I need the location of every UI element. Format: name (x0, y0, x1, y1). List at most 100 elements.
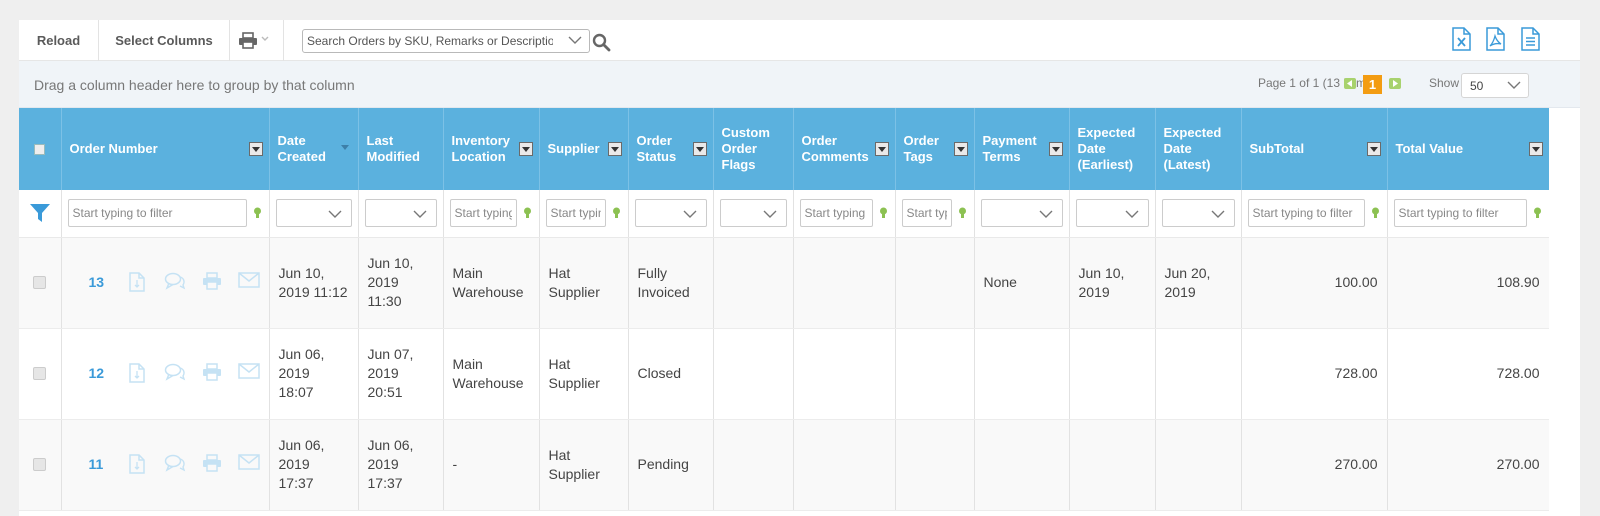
order-number-cell: 13 (61, 237, 270, 329)
select-columns-button[interactable]: Select Columns (99, 20, 230, 61)
order-number-link[interactable]: 12 (89, 364, 105, 383)
excel-icon[interactable] (1452, 27, 1471, 51)
header-order-number[interactable]: Order Number (61, 108, 270, 190)
total-value-filter-input[interactable] (1393, 199, 1527, 228)
row-checkbox[interactable] (33, 367, 47, 380)
expected-latest-cell: Jun 20, 2019 (1155, 237, 1242, 329)
date-created-filter-select[interactable] (275, 199, 352, 228)
email-icon[interactable] (237, 453, 260, 475)
table-row[interactable]: 11 Jun 06, 2019 17:37 Jun 06, 2019 17:37… (19, 419, 1550, 511)
pdf-icon[interactable] (1486, 27, 1505, 51)
order-comments-filter-input[interactable] (799, 199, 873, 228)
document-icon[interactable] (128, 362, 146, 388)
filter-options-icon[interactable] (1533, 207, 1542, 219)
header-last-modified[interactable]: Last Modified (358, 108, 444, 190)
printer-icon[interactable] (202, 362, 222, 386)
comment-icon[interactable] (164, 363, 186, 386)
header-order-status[interactable]: Order Status (628, 108, 714, 190)
order-number-link[interactable]: 11 (89, 455, 104, 474)
column-menu-button[interactable] (1528, 142, 1543, 156)
column-menu-button[interactable] (607, 142, 622, 156)
expected-earliest-filter-select[interactable] (1075, 199, 1149, 228)
chevron-down-icon[interactable] (568, 36, 582, 45)
total-value-cell: 728.00 (1387, 328, 1550, 420)
header-order-comments[interactable]: Order Comments (793, 108, 896, 190)
order-number-filter-input[interactable] (67, 199, 247, 228)
table-row[interactable]: 13 Jun 10, 2019 11:12 Jun 10, 2019 11:30… (19, 237, 1550, 329)
expected-latest-filter-select[interactable] (1161, 199, 1235, 228)
filter-cell-supplier (539, 190, 629, 238)
chevron-down-icon (877, 147, 886, 152)
filter-icon[interactable] (29, 203, 51, 223)
order-number-link[interactable]: 13 (89, 273, 105, 292)
email-icon[interactable] (237, 362, 260, 384)
filter-options-icon[interactable] (523, 207, 532, 219)
reload-button[interactable]: Reload (19, 20, 99, 61)
filter-cell-subtotal (1241, 190, 1388, 238)
header-custom-order-flags[interactable]: Custom Order Flags (713, 108, 794, 190)
previous-page-button[interactable] (1344, 78, 1356, 89)
subtotal-filter-input[interactable] (1247, 199, 1365, 228)
current-page-button[interactable]: 1 (1363, 75, 1382, 94)
email-icon[interactable] (237, 271, 260, 293)
search-icon[interactable] (592, 33, 611, 52)
chevron-right-icon (1393, 80, 1398, 87)
page-size-value: 50 (1470, 79, 1484, 93)
column-menu-button[interactable] (953, 142, 968, 156)
row-checkbox[interactable] (33, 276, 47, 289)
column-menu-button[interactable] (874, 142, 889, 156)
header-expected-date-earliest[interactable]: Expected Date (Earliest) (1069, 108, 1156, 190)
payment-terms-filter-select[interactable] (980, 199, 1063, 228)
sort-descending-icon (340, 145, 349, 150)
document-icon[interactable] (128, 271, 146, 297)
inventory-location-filter-input[interactable] (449, 199, 517, 228)
column-menu-button[interactable] (248, 142, 263, 156)
filter-toggle-cell (19, 190, 62, 238)
page-size-label: Show (1429, 76, 1460, 90)
subtotal-cell: 728.00 (1241, 328, 1388, 420)
table-row[interactable]: 12 Jun 06, 2019 18:07 Jun 07, 2019 20:51… (19, 328, 1550, 420)
document-icon[interactable] (1521, 27, 1540, 51)
search-input[interactable] (303, 30, 553, 52)
order-status-filter-select[interactable] (634, 199, 707, 228)
print-menu-button[interactable] (230, 20, 284, 61)
custom-flags-filter-select[interactable] (719, 199, 787, 228)
next-page-button[interactable] (1389, 78, 1401, 89)
row-checkbox[interactable] (33, 458, 47, 471)
filter-options-icon[interactable] (612, 207, 621, 219)
comment-icon[interactable] (164, 272, 186, 295)
column-menu-button[interactable] (1048, 142, 1063, 156)
column-menu-button[interactable] (518, 142, 533, 156)
inventory-location-cell: Main Warehouse (443, 328, 540, 420)
toolbar: Reload Select Columns (19, 20, 1580, 61)
filter-options-icon[interactable] (958, 207, 967, 219)
header-order-tags[interactable]: Order Tags (895, 108, 975, 190)
printer-icon[interactable] (202, 453, 222, 477)
filter-options-icon[interactable] (1371, 207, 1380, 219)
header-date-created[interactable]: Date Created (269, 108, 359, 190)
header-expected-date-latest[interactable]: Expected Date (Latest) (1155, 108, 1242, 190)
group-by-bar[interactable]: Drag a column header here to group by th… (19, 61, 1580, 108)
header-payment-terms[interactable]: Payment Terms (974, 108, 1070, 190)
column-menu-button[interactable] (692, 142, 707, 156)
supplier-filter-input[interactable] (545, 199, 606, 228)
filter-cell-order-tags (895, 190, 975, 238)
comment-icon[interactable] (164, 454, 186, 477)
filter-cell-inventory-location (443, 190, 540, 238)
chevron-down-icon (956, 147, 965, 152)
order-tags-filter-input[interactable] (901, 199, 952, 228)
printer-icon[interactable] (202, 271, 222, 295)
page-size-select[interactable]: 50 (1461, 73, 1529, 98)
filter-options-icon[interactable] (253, 207, 262, 219)
header-total-value[interactable]: Total Value (1387, 108, 1550, 190)
header-inventory-location[interactable]: Inventory Location (443, 108, 540, 190)
select-all-checkbox[interactable] (34, 143, 46, 155)
header-label: Date Created (277, 133, 326, 164)
column-menu-button[interactable] (1366, 142, 1381, 156)
header-supplier[interactable]: Supplier (539, 108, 629, 190)
header-subtotal[interactable]: SubTotal (1241, 108, 1388, 190)
filter-options-icon[interactable] (879, 207, 888, 219)
document-icon[interactable] (128, 453, 146, 479)
last-modified-filter-select[interactable] (364, 199, 437, 228)
row-select-cell (19, 419, 62, 511)
